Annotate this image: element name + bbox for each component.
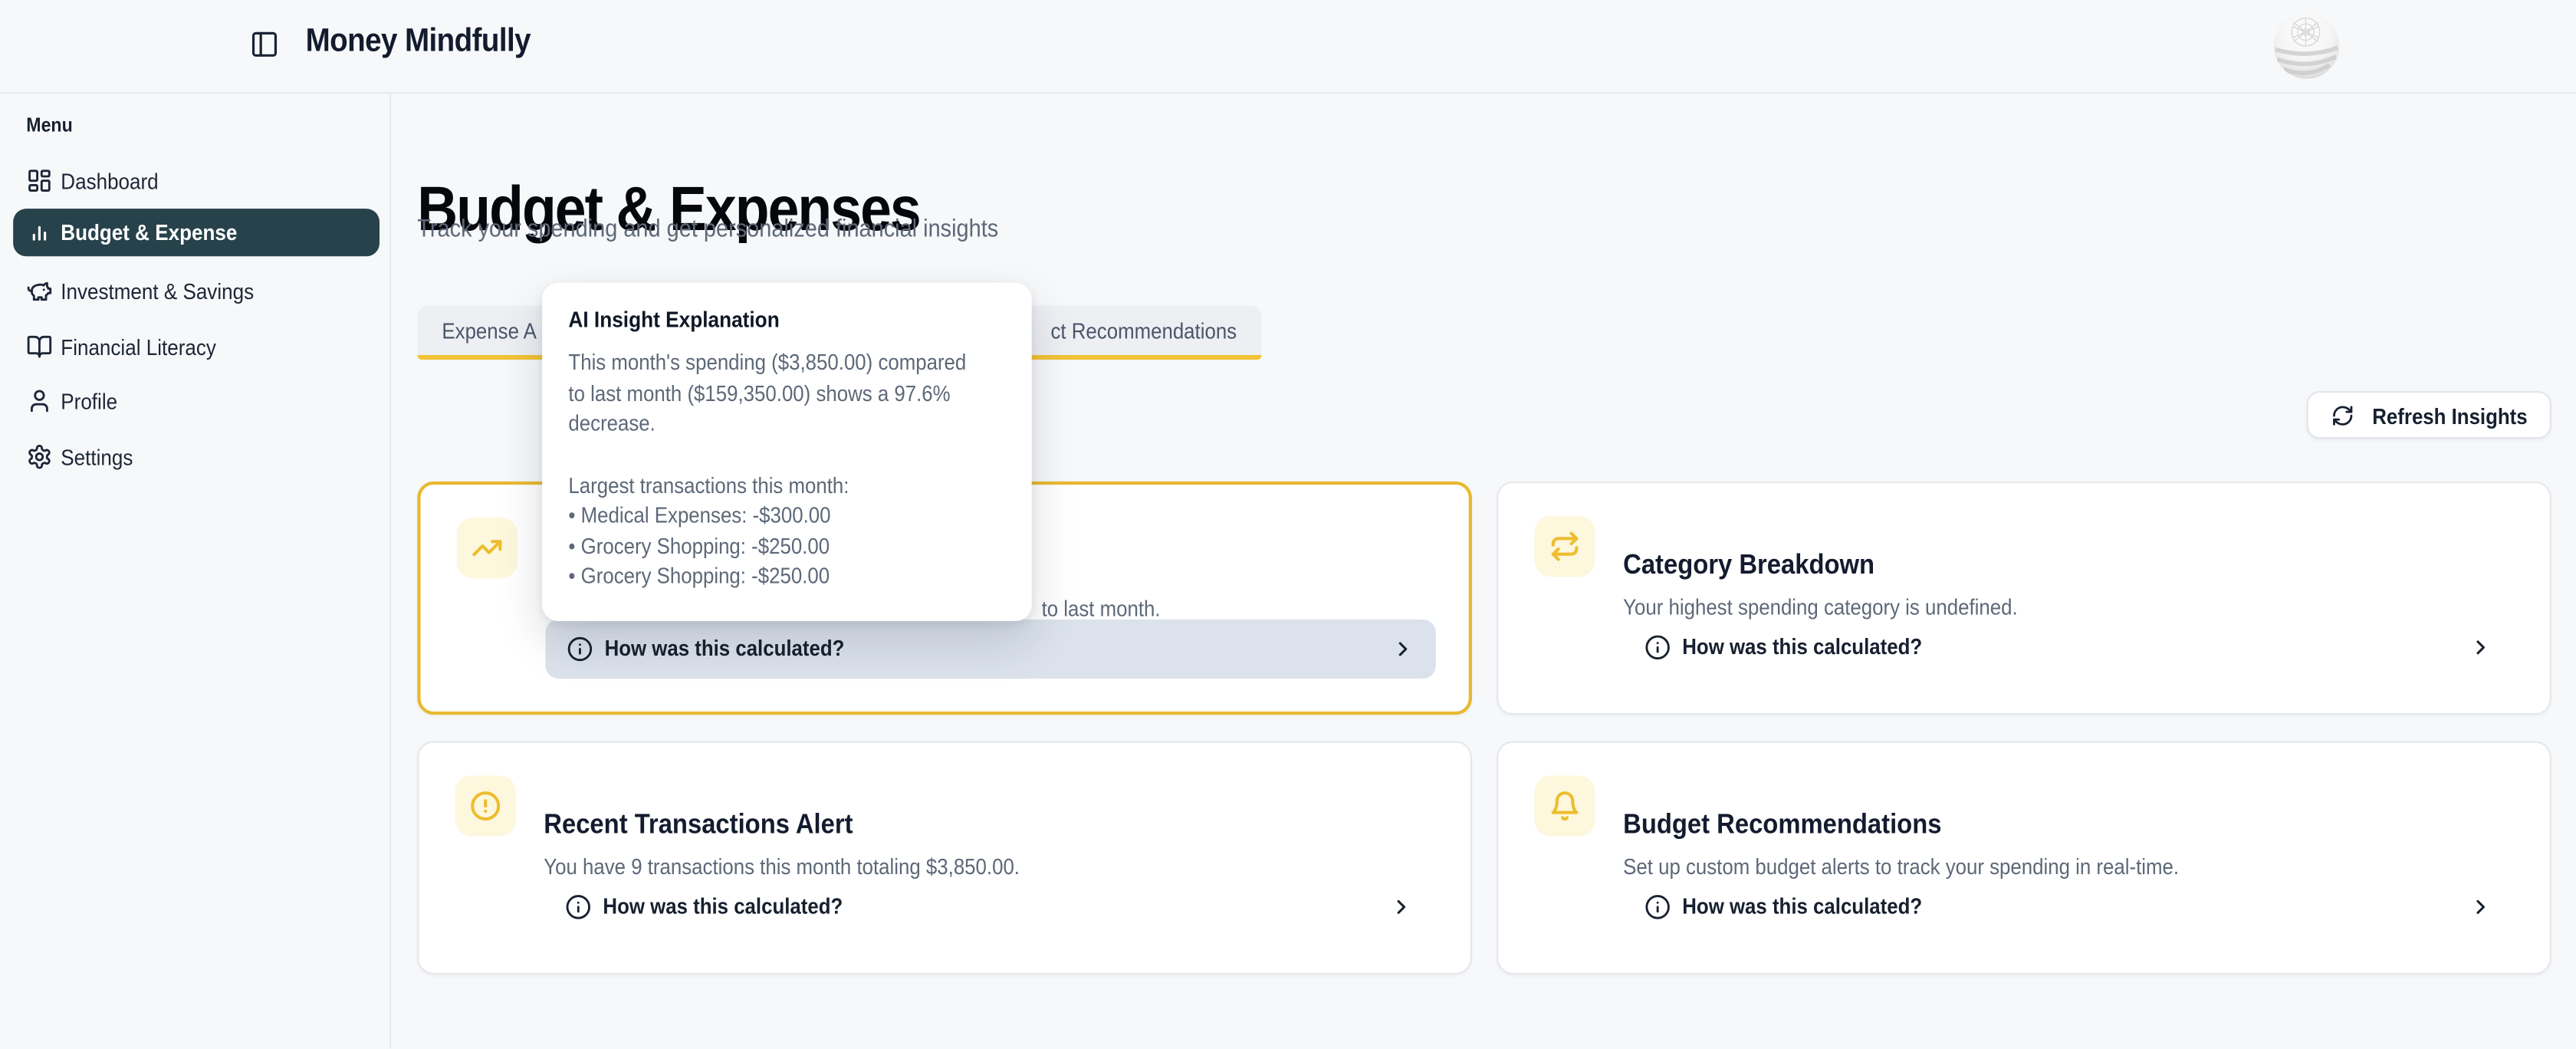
chevron-right-icon bbox=[2469, 636, 2492, 659]
card-description: Your highest spending category is undefi… bbox=[1623, 596, 2062, 620]
chevron-right-icon bbox=[1392, 637, 1414, 660]
app-header: Money Mindfully bbox=[0, 0, 2576, 94]
card-title: Recent Transactions Alert bbox=[544, 807, 887, 841]
card-title: Budget Recommendations bbox=[1623, 807, 1976, 841]
card-description-fragment: to last month. bbox=[1042, 597, 1174, 622]
info-icon bbox=[1644, 634, 1671, 660]
sidebar-item-dashboard[interactable]: Dashboard bbox=[0, 158, 391, 206]
book-open-icon bbox=[26, 334, 52, 360]
card-description: You have 9 transactions this month total… bbox=[544, 855, 1073, 880]
piggy-bank-icon bbox=[26, 278, 52, 304]
repeat-icon bbox=[1534, 516, 1595, 577]
sidebar-toggle-button[interactable] bbox=[245, 25, 284, 64]
gear-icon bbox=[26, 444, 52, 470]
tooltip-title: AI Insight Explanation bbox=[568, 307, 1005, 332]
refresh-insights-button[interactable]: Refresh Insights bbox=[2307, 391, 2551, 439]
avatar[interactable] bbox=[2274, 13, 2340, 79]
how-calculated-button-recent-transactions[interactable]: How was this calculated? bbox=[544, 877, 1434, 936]
alert-circle-icon bbox=[455, 775, 516, 836]
recent-transactions-card: Recent Transactions Alert You have 9 tra… bbox=[417, 741, 1472, 974]
sidebar: Menu Dashboard Budget & Expense Investme… bbox=[0, 94, 391, 1049]
info-icon bbox=[565, 894, 591, 920]
how-calculated-button-budget-recommendations[interactable]: How was this calculated? bbox=[1623, 877, 2513, 936]
trending-up-icon bbox=[457, 518, 518, 578]
sidebar-item-financial-literacy[interactable]: Financial Literacy bbox=[0, 324, 391, 371]
info-icon bbox=[1644, 894, 1671, 920]
sidebar-menu-label: Menu bbox=[26, 113, 77, 136]
sidebar-item-settings[interactable]: Settings bbox=[0, 434, 391, 482]
dashboard-icon bbox=[26, 168, 52, 194]
app-window: Money Mindfully bbox=[0, 0, 2576, 1049]
user-icon bbox=[26, 388, 52, 414]
sidebar-item-investment-savings[interactable]: Investment & Savings bbox=[0, 268, 391, 315]
refresh-icon bbox=[2331, 404, 2354, 427]
panel-left-icon bbox=[250, 30, 280, 60]
bar-chart-icon bbox=[26, 219, 52, 245]
page-subtitle: Track your spending and get personalized… bbox=[417, 215, 1063, 243]
card-description: Set up custom budget alerts to track you… bbox=[1623, 855, 2240, 880]
chevron-right-icon bbox=[2469, 896, 2492, 919]
how-calculated-button-category-breakdown[interactable]: How was this calculated? bbox=[1623, 618, 2513, 677]
card-title: Category Breakdown bbox=[1623, 548, 1902, 582]
app-title: Money Mindfully bbox=[306, 23, 556, 61]
how-calculated-button-spending-trend[interactable]: How was this calculated? bbox=[545, 620, 1435, 679]
bell-icon bbox=[1534, 775, 1595, 836]
sidebar-item-profile[interactable]: Profile bbox=[0, 378, 391, 426]
ai-insight-tooltip: AI Insight Explanation This month's spen… bbox=[542, 283, 1032, 621]
category-breakdown-card: Category Breakdown Your highest spending… bbox=[1497, 482, 2551, 715]
chevron-right-icon bbox=[1390, 896, 1413, 919]
budget-recommendations-card: Budget Recommendations Set up custom bud… bbox=[1497, 741, 2551, 974]
sidebar-item-budget-expense[interactable]: Budget & Expense bbox=[13, 209, 380, 256]
info-icon bbox=[567, 636, 593, 662]
